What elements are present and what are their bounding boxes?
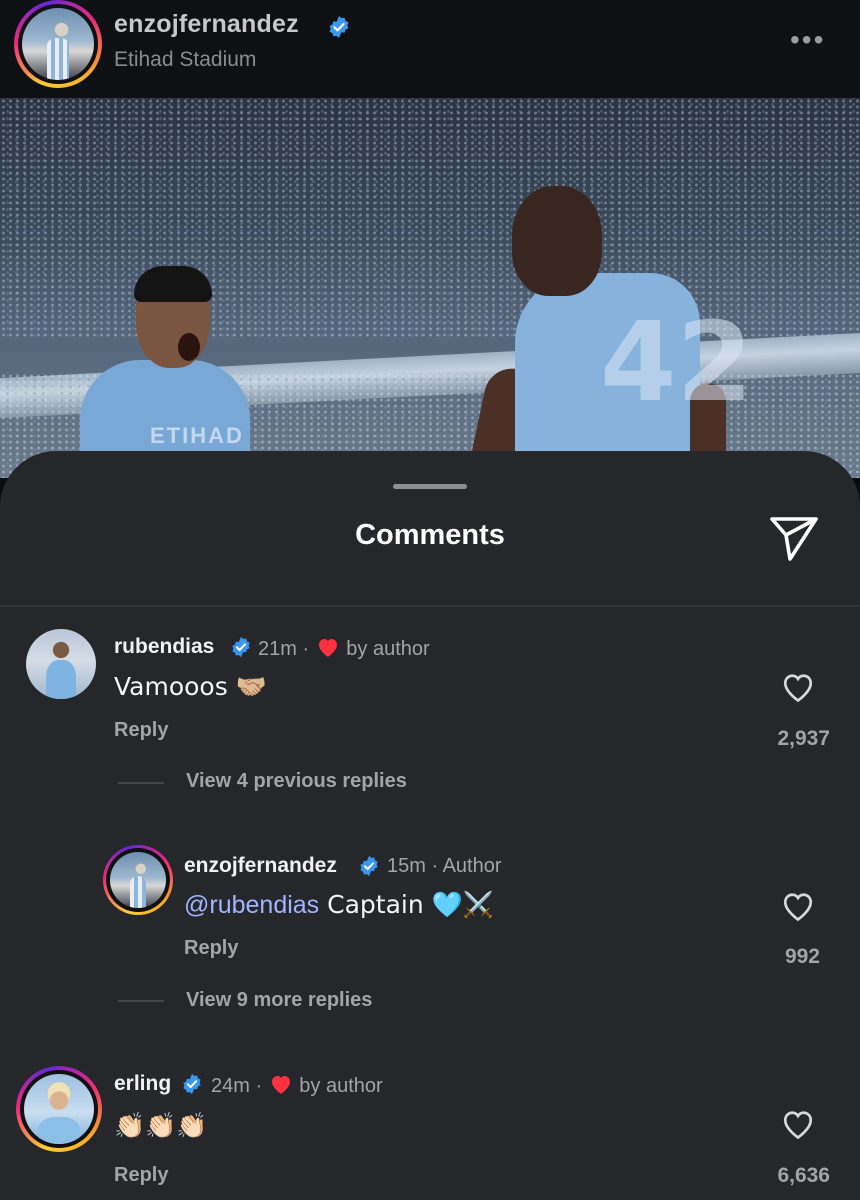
verified-badge-icon (329, 16, 349, 38)
thread-line (118, 782, 164, 784)
heart-outline-icon[interactable] (780, 670, 816, 704)
meta-separator: · (302, 638, 310, 660)
comment-time: 21m (258, 638, 297, 660)
view-previous-replies[interactable]: View 4 previous replies (186, 770, 407, 793)
comment-meta: 21m · by author (258, 636, 430, 661)
reply-button[interactable]: Reply (114, 719, 168, 742)
author-avatar[interactable] (14, 0, 102, 88)
comment-time: 15m (387, 855, 426, 877)
comment-text: @rubendias Captain 🩵⚔️ (184, 890, 494, 920)
post-location[interactable]: Etihad Stadium (114, 48, 256, 72)
commenter-avatar[interactable] (26, 629, 96, 699)
player-right-head (512, 186, 602, 296)
reply-button[interactable]: Reply (114, 1164, 168, 1187)
shirt-sponsor: ETIHAD (150, 423, 244, 448)
comment-username[interactable]: enzojfernandez (184, 854, 337, 878)
player-left-hair (134, 266, 212, 302)
heart-outline-icon[interactable] (780, 1107, 816, 1141)
comment-text-content: Captain 🩵⚔️ (319, 890, 494, 919)
sheet-grab-handle[interactable] (393, 484, 467, 489)
author-username[interactable]: enzojfernandez (114, 10, 299, 39)
heart-outline-icon[interactable] (780, 889, 816, 923)
comment-time: 24m (211, 1075, 250, 1097)
share-icon[interactable] (768, 513, 820, 563)
sheet-divider (0, 605, 860, 607)
like-count: 6,636 (777, 1164, 830, 1187)
post-header: enzojfernandez Etihad Stadium ••• (0, 0, 860, 98)
comment-username[interactable]: erling (114, 1072, 171, 1096)
meta-separator: · (255, 1075, 263, 1097)
comment-text: 👏🏻👏🏻👏🏻 (114, 1111, 207, 1141)
thread-line (118, 1000, 164, 1002)
meta-separator: · (431, 855, 439, 877)
like-count: 992 (784, 945, 820, 968)
comment-text-content: 👏🏻👏🏻👏🏻 (114, 1111, 208, 1140)
verified-badge-icon (360, 855, 378, 877)
author-label: Author (442, 855, 502, 877)
like-count: 2,937 (777, 727, 830, 750)
comment-text: Vamooos 🤝🏼 (114, 672, 267, 702)
liked-by-author-label: by author (299, 1075, 383, 1097)
commenter-avatar[interactable] (16, 1066, 102, 1152)
verified-badge-icon (232, 636, 250, 658)
view-more-replies[interactable]: View 9 more replies (186, 989, 372, 1012)
comment-username[interactable]: rubendias (114, 635, 214, 659)
verified-badge-icon (183, 1073, 201, 1095)
commenter-avatar[interactable] (103, 845, 173, 915)
post-image[interactable]: ETIHAD 42 (0, 98, 860, 478)
red-heart-icon (318, 639, 337, 657)
red-heart-icon (271, 1076, 290, 1094)
comments-sheet: Comments rubendias 21m · by author Vamoo… (0, 451, 860, 1200)
more-options-icon[interactable]: ••• (790, 24, 825, 56)
shirt-number: 42 (600, 298, 754, 426)
player-left-mouth (178, 333, 200, 361)
sheet-title: Comments (355, 519, 505, 551)
reply-button[interactable]: Reply (184, 937, 238, 960)
mention-link[interactable]: @rubendias (184, 891, 319, 919)
liked-by-author-label: by author (346, 638, 430, 660)
comment-text-content: Vamooos 🤝🏼 (114, 672, 267, 701)
comment-meta: 24m · by author (211, 1073, 383, 1098)
comment-meta: 15m · Author (387, 855, 502, 878)
